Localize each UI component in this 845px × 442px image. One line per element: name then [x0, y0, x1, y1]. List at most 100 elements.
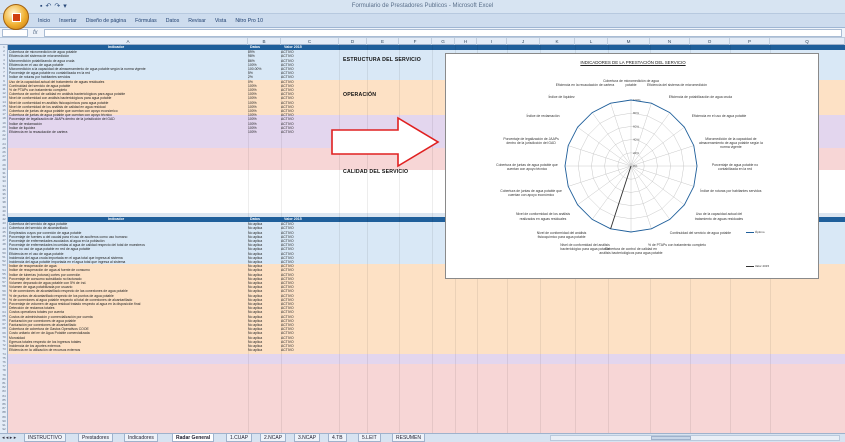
- band-t2-d: [8, 364, 845, 433]
- excel-window: ▪ ↶ ↷ ▾ Formulario de Prestadores Public…: [0, 0, 845, 442]
- radar-category-label: Eficiencia en la recaudación de cartera: [555, 83, 615, 88]
- radar-category-label: Eficiencia del sistema de micromedición: [646, 83, 708, 88]
- column-header-f[interactable]: F: [399, 38, 432, 45]
- table2-cell-ind[interactable]: Eficiencia en la utilización de recursos…: [9, 348, 247, 353]
- radar-tick-label: 80%: [633, 111, 639, 115]
- radar-tick-label: 20%: [633, 151, 639, 155]
- column-header-q[interactable]: Q: [770, 38, 845, 45]
- ribbon: Inicio Insertar Diseño de página Fórmulas Da…: [0, 14, 845, 28]
- sheet-nav-arrows[interactable]: ◂ ◂ ▸ ▸: [2, 434, 16, 442]
- radar-spoke: [577, 126, 632, 167]
- column-header-e[interactable]: E: [367, 38, 399, 45]
- formula-input[interactable]: [44, 29, 842, 37]
- sheet-tab-2[interactable]: Indicadores: [124, 434, 158, 442]
- name-box[interactable]: [2, 29, 28, 37]
- sheet-tab-0[interactable]: INSTRUCTIVO: [24, 434, 66, 442]
- column-header-l[interactable]: L: [575, 38, 608, 45]
- radar-spoke: [577, 165, 632, 206]
- radar-category-label: Nivel de conformidad de los análisis rea…: [515, 212, 571, 221]
- legend-label-valor: Valor 2015: [754, 264, 770, 268]
- radar-spoke: [630, 165, 652, 229]
- horizontal-scrollbar[interactable]: [550, 435, 840, 441]
- radar-category-label: Porcentaje de agua potable no contabiliz…: [711, 163, 759, 172]
- section-label-estructura: ESTRUCTURA DEL SERVICIO: [343, 57, 422, 63]
- radar-spoke: [568, 145, 632, 167]
- ribbon-tab-3[interactable]: Fórmulas: [135, 17, 157, 25]
- column-header-k[interactable]: K: [540, 38, 575, 45]
- ribbon-tab-7[interactable]: Nitro Pro 10: [235, 17, 263, 25]
- sheet-tab-1[interactable]: Prestadores: [78, 434, 113, 442]
- ribbon-tab-5[interactable]: Revisar: [188, 17, 206, 25]
- ribbon-tab-2[interactable]: Diseño de página: [86, 17, 126, 25]
- scrollbar-thumb[interactable]: [651, 436, 691, 440]
- function-icon[interactable]: fx: [33, 28, 38, 38]
- radar-category-label: Índice de roturas por habitantes servido…: [700, 189, 762, 193]
- office-button[interactable]: [3, 4, 29, 30]
- radar-series-1[interactable]: [610, 165, 632, 229]
- ribbon-tab-0[interactable]: Inicio: [38, 17, 50, 25]
- column-header-g[interactable]: G: [432, 38, 455, 45]
- sheet-tab-8[interactable]: 5.LEIT: [358, 434, 381, 442]
- radar-spoke: [630, 145, 694, 167]
- ribbon-tabs: Inicio Insertar Diseño de página Fórmulas Da…: [38, 17, 263, 25]
- legend-item-optimo: Óptimo: [746, 230, 765, 234]
- radar-spoke: [630, 165, 685, 206]
- radar-tick-label: 60%: [633, 124, 639, 128]
- legend-swatch-optimo: [746, 231, 754, 233]
- radar-category-label: Nivel de conformidad del análisis fisico…: [536, 231, 587, 240]
- column-header-c[interactable]: C: [281, 38, 339, 45]
- ribbon-tab-6[interactable]: Vista: [215, 17, 226, 25]
- column-headers: ABCDEFGHIJKLMNOPQ: [0, 38, 845, 45]
- radar-category-label: Micromedición de la capacidad de almacen…: [698, 137, 763, 150]
- radar-chart[interactable]: INDICADORES DE LA PRESTACIÓN DEL SERVICI…: [445, 53, 819, 279]
- column-header-d[interactable]: D: [339, 38, 367, 45]
- row-header[interactable]: 92: [0, 427, 8, 431]
- gridline: [367, 45, 368, 433]
- column-header-m[interactable]: M: [608, 38, 650, 45]
- radar-category-label: Porcentaje de legalización de JAAPs dent…: [503, 137, 559, 146]
- table2-cell-val[interactable]: ACTIVO: [281, 348, 336, 353]
- table1-cell-dat[interactable]: 100%: [248, 130, 279, 135]
- section-label-operacion: OPERACIÓN: [343, 92, 377, 98]
- sheet-tab-9[interactable]: RESUMEN: [392, 434, 426, 442]
- red-arrow-shape[interactable]: [330, 115, 440, 170]
- ribbon-tab-1[interactable]: Insertar: [59, 17, 77, 25]
- column-header-h[interactable]: H: [455, 38, 477, 45]
- column-header-i[interactable]: I: [477, 38, 507, 45]
- column-header-a[interactable]: A: [9, 38, 248, 45]
- column-header-j[interactable]: J: [507, 38, 540, 45]
- table2-cell-dat[interactable]: No aplica: [248, 348, 279, 353]
- table2-row[interactable]: Eficiencia en la utilización de recursos…: [8, 348, 338, 353]
- radar-category-label: Cobertura de juntas de agua potable que …: [496, 163, 558, 172]
- radar-category-label: Nivel de conformidad del análisis bacter…: [560, 242, 610, 252]
- radar-spoke: [630, 126, 685, 167]
- sheet-tab-3[interactable]: Radar General: [172, 434, 215, 442]
- sheet-tab-7[interactable]: 4.TB: [328, 434, 347, 442]
- window-title: Formulario de Prestadores Publicos - Mic…: [351, 3, 494, 9]
- gridline: [399, 45, 400, 433]
- ribbon-tab-4[interactable]: Datos: [166, 17, 180, 25]
- radar-spoke: [591, 165, 632, 220]
- table1-row[interactable]: Eficiencia en la recaudación de cartera 1…: [8, 130, 338, 135]
- row-headers: 1 2 3 4 5 6 7 8 9 10 11 12 13 14 15 16 17 18 19 20 21 22 23 24 2…: [0, 45, 8, 433]
- radar-category-label: Eficiencia en el uso de agua potable: [691, 113, 747, 118]
- radar-category-label: Índice de reclamación: [526, 113, 560, 118]
- sheet-tab-4[interactable]: 1.CUAP: [226, 434, 253, 442]
- column-header-p[interactable]: P: [730, 38, 770, 45]
- band-t2-c: [8, 354, 845, 364]
- sheet-tab-6[interactable]: 3.NCAP: [294, 434, 321, 442]
- radar-spoke: [610, 103, 632, 167]
- column-header-b[interactable]: B: [248, 38, 281, 45]
- table1-cell-val[interactable]: ACTIVO: [281, 130, 336, 135]
- legend-swatch-valor: [746, 265, 754, 267]
- gridline: [432, 45, 433, 433]
- radar-category-label: Cobertura de juntas de agua potable que …: [500, 189, 562, 198]
- sheet-tab-5[interactable]: 2.NCAP: [260, 434, 287, 442]
- column-header-o[interactable]: O: [690, 38, 730, 45]
- legend-item-valor: Valor 2015: [746, 264, 769, 268]
- table1-cell-ind[interactable]: Eficiencia en la recaudación de cartera: [9, 130, 247, 135]
- radar-category-label: Índice de liquidez: [548, 95, 575, 99]
- column-header-n[interactable]: N: [650, 38, 690, 45]
- sheet-tabs-bar: ◂ ◂ ▸ ▸ INSTRUCTIVO Prestadores Indicadore…: [0, 433, 845, 442]
- title-bar: ▪ ↶ ↷ ▾ Formulario de Prestadores Public…: [0, 0, 845, 14]
